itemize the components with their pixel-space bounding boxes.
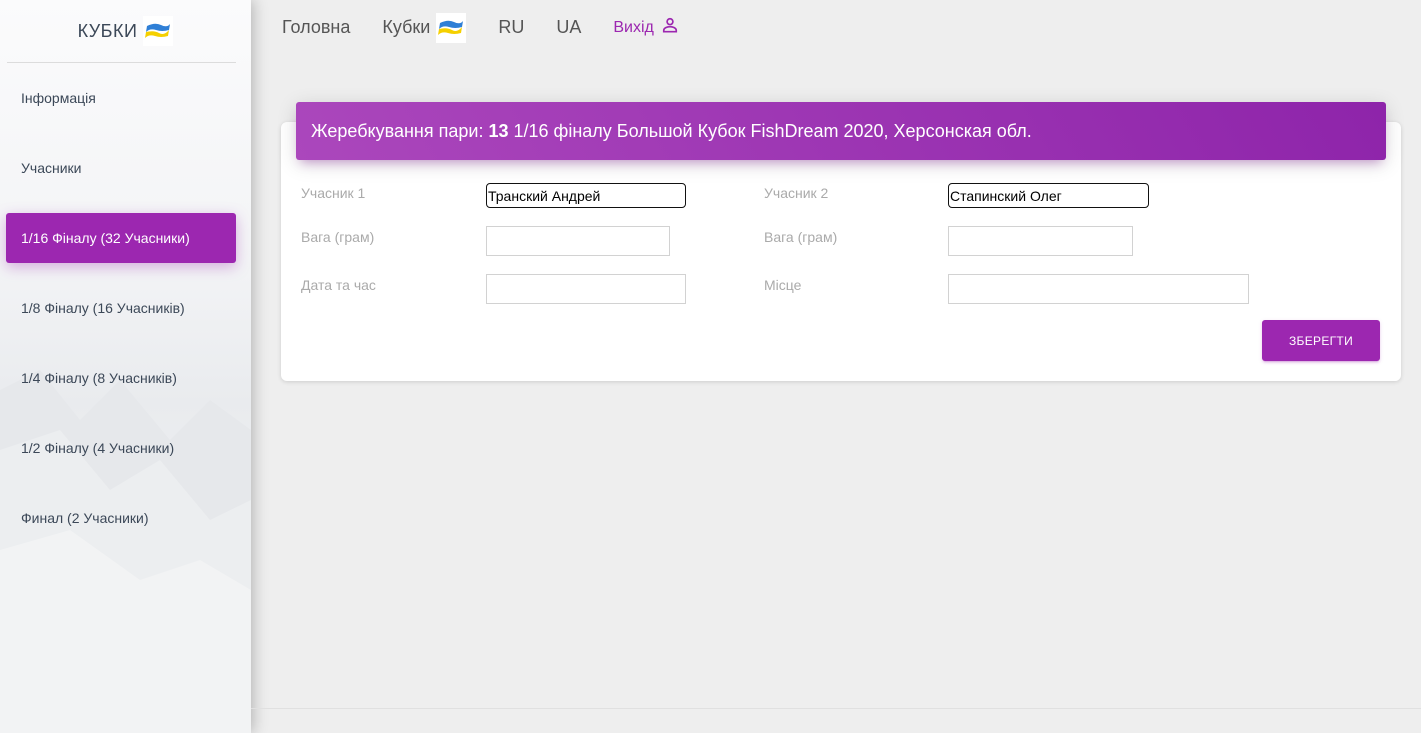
participant2-label: Учасник 2 — [764, 185, 829, 201]
sidebar-item-label: 1/4 Фіналу (8 Учасників) — [21, 370, 177, 386]
nav-language-ua-label: UA — [556, 17, 582, 37]
sidebar-item-round-of-32[interactable]: 1/16 Фіналу (32 Учасники) — [6, 213, 236, 263]
participant1-label: Учасник 1 — [301, 185, 366, 201]
sidebar-item-label: Учасники — [21, 160, 82, 176]
datetime-label: Дата та час — [301, 277, 376, 293]
participant2-field[interactable] — [948, 183, 1149, 208]
nav-language-ua-link[interactable]: UA — [556, 17, 581, 38]
brand-title: КУБКИ — [77, 20, 138, 41]
footer-divider — [251, 708, 1421, 709]
nav-cups-label: Кубки — [382, 17, 431, 37]
nav-home-label: Головна — [282, 17, 351, 37]
sidebar-item-quarterfinal[interactable]: 1/4 Фіналу (8 Учасників) — [6, 353, 236, 403]
sidebar-nav: Інформація Учасники 1/16 Фіналу (32 Учас… — [0, 73, 251, 543]
pair-number: 13 — [488, 120, 509, 141]
nav-home-link[interactable]: Головна — [282, 17, 350, 38]
brand-divider — [7, 62, 236, 63]
sidebar-item-label: 1/8 Фіналу (16 Учасників) — [21, 300, 185, 316]
ukraine-flag-icon — [436, 12, 467, 43]
card-header: Жеребкування пари: 13 1/16 фіналу Большо… — [296, 102, 1386, 160]
sidebar: КУБКИ Інформація Учасники 1/16 Фіналу (3… — [0, 0, 251, 733]
place-field[interactable] — [948, 274, 1249, 304]
weight2-field[interactable] — [948, 226, 1133, 256]
ukraine-flag-icon — [143, 16, 174, 46]
sidebar-item-semifinal[interactable]: 1/2 Фіналу (4 Учасники) — [6, 423, 236, 473]
sidebar-item-label: Інформація — [21, 90, 96, 106]
sidebar-item-label: 1/2 Фіналу (4 Учасники) — [21, 440, 175, 456]
sidebar-item-final[interactable]: Финал (2 Учасники) — [6, 493, 236, 543]
person-icon — [660, 15, 680, 40]
weight1-field[interactable] — [486, 226, 670, 256]
nav-cups-link[interactable]: Кубки — [382, 12, 467, 43]
logout-label: Вихід — [613, 18, 654, 36]
top-navigation: Головна Кубки RU UA Вихід — [251, 0, 1421, 55]
draw-pair-card — [281, 122, 1401, 381]
sidebar-item-label: 1/16 Фіналу (32 Учасники) — [21, 230, 190, 246]
nav-language-ru-link[interactable]: RU — [498, 17, 524, 38]
logout-link[interactable]: Вихід — [613, 15, 680, 40]
brand-logo[interactable]: КУБКИ — [0, 0, 251, 62]
participant1-field[interactable] — [486, 183, 686, 208]
sidebar-item-round-of-16[interactable]: 1/8 Фіналу (16 Учасників) — [6, 283, 236, 333]
card-title-prefix: Жеребкування пари: — [311, 120, 484, 141]
place-label: Місце — [764, 277, 802, 293]
sidebar-item-label: Финал (2 Учасники) — [21, 510, 149, 526]
nav-language-ru-label: RU — [498, 17, 525, 37]
weight1-label: Вага (грам) — [301, 229, 375, 245]
save-button[interactable]: ЗБЕРЕГТИ — [1262, 320, 1380, 361]
datetime-field[interactable] — [486, 274, 686, 304]
card-title-suffix: 1/16 фіналу Большой Кубок FishDream 2020… — [513, 120, 1032, 141]
weight2-label: Вага (грам) — [764, 229, 838, 245]
sidebar-item-participants[interactable]: Учасники — [6, 143, 236, 193]
sidebar-item-information[interactable]: Інформація — [6, 73, 236, 123]
